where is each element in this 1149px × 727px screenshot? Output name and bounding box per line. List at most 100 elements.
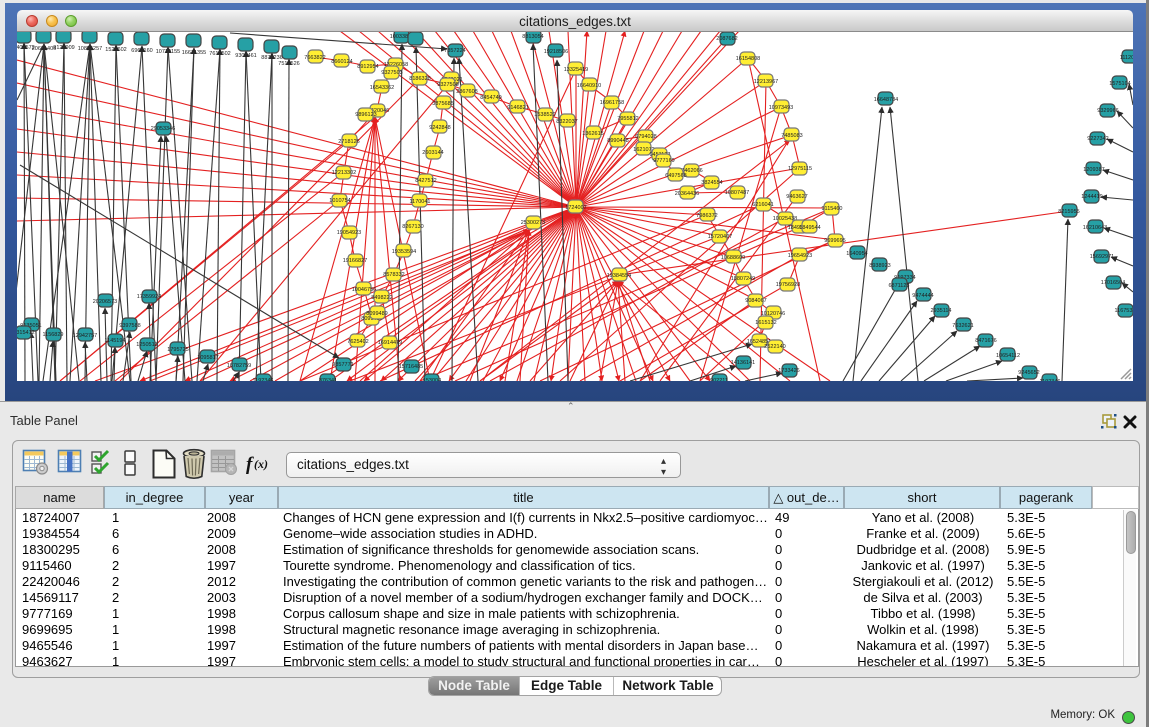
svg-text:153004: 153004 — [423, 378, 441, 381]
svg-text:6966160: 6966160 — [131, 48, 152, 54]
svg-text:16640910: 16640910 — [577, 83, 601, 89]
svg-text:19756928: 19756928 — [776, 282, 800, 288]
svg-text:12975115: 12975115 — [788, 166, 812, 172]
svg-text:2935114: 2935114 — [930, 308, 951, 314]
svg-text:9329966: 9329966 — [1097, 108, 1118, 114]
svg-text:1575104: 1575104 — [1109, 81, 1130, 87]
svg-text:9327508: 9327508 — [437, 82, 458, 88]
svg-text:1724007: 1724007 — [565, 205, 586, 211]
svg-text:29053346: 29053346 — [151, 126, 175, 132]
svg-text:16543362: 16543362 — [370, 85, 394, 91]
svg-text:16648784: 16648784 — [874, 97, 898, 103]
svg-text:17359924: 17359924 — [137, 294, 161, 300]
svg-text:1145194: 1145194 — [104, 338, 125, 344]
svg-text:1733426: 1733426 — [778, 368, 799, 374]
svg-text:18807249: 18807249 — [731, 276, 755, 282]
svg-text:9896123: 9896123 — [355, 112, 376, 118]
svg-text:14136141: 14136141 — [731, 360, 755, 366]
svg-text:16671355: 16671355 — [182, 50, 206, 56]
svg-text:902211: 902211 — [710, 378, 728, 381]
svg-text:1362615: 1362615 — [582, 131, 603, 137]
svg-text:7357224: 7357224 — [444, 48, 465, 54]
svg-text:6497568: 6497568 — [665, 173, 686, 179]
svg-text:7955812: 7955812 — [617, 116, 638, 122]
svg-text:1010754: 1010754 — [329, 198, 350, 204]
svg-text:1615132: 1615132 — [755, 320, 776, 326]
svg-text:2867608: 2867608 — [456, 89, 477, 95]
svg-text:10855257: 10855257 — [78, 46, 102, 52]
svg-text:15692971: 15692971 — [1090, 254, 1114, 260]
svg-text:13325419: 13325419 — [564, 67, 588, 73]
svg-text:9227342: 9227342 — [1087, 136, 1108, 142]
svg-text:1192346: 1192346 — [1039, 379, 1060, 381]
svg-text:9463627: 9463627 — [786, 194, 807, 200]
svg-text:1538520: 1538520 — [534, 112, 555, 118]
svg-text:7614502: 7614502 — [209, 51, 230, 57]
svg-text:6794028: 6794028 — [635, 134, 656, 140]
svg-text:9301461: 9301461 — [235, 53, 256, 59]
svg-text:20206573: 20206573 — [93, 299, 117, 305]
svg-text:9084067: 9084067 — [745, 298, 766, 304]
svg-text:2603144: 2603144 — [422, 150, 443, 156]
svg-text:9245652: 9245652 — [1018, 370, 1039, 376]
svg-text:1192346: 1192346 — [252, 378, 273, 381]
svg-text:f: f — [246, 454, 254, 475]
svg-text:1209387: 1209387 — [1083, 167, 1104, 173]
svg-text:16210643: 16210643 — [1083, 225, 1107, 231]
svg-text:9115460: 9115460 — [821, 206, 842, 212]
svg-text:20364436: 20364436 — [675, 191, 699, 197]
svg-text:12213967: 12213967 — [754, 79, 778, 85]
svg-text:19353594: 19353594 — [392, 249, 416, 255]
svg-text:12942757: 12942757 — [73, 333, 97, 339]
svg-text:10654112: 10654112 — [996, 353, 1020, 359]
svg-text:9242848: 9242848 — [429, 125, 450, 131]
svg-text:16914479: 16914479 — [378, 340, 402, 346]
svg-text:2718126: 2718126 — [338, 139, 359, 145]
svg-text:8938923: 8938923 — [869, 263, 890, 269]
svg-text:10807487: 10807487 — [725, 190, 749, 196]
svg-text:12213302: 12213302 — [332, 170, 356, 176]
svg-text:1640954: 1640954 — [846, 251, 867, 257]
svg-text:1250513: 1250513 — [136, 342, 157, 348]
svg-text:9474444: 9474444 — [912, 293, 933, 299]
svg-text:8813054: 8813054 — [522, 34, 543, 40]
svg-text:10688609: 10688609 — [721, 255, 745, 261]
svg-text:10046756: 10046756 — [352, 287, 376, 293]
svg-text:16961758: 16961758 — [600, 100, 624, 106]
svg-text:9146821: 9146821 — [507, 105, 528, 111]
svg-text:15720407: 15720407 — [708, 234, 732, 240]
svg-text:8454749: 8454749 — [480, 95, 501, 101]
svg-text:10973493: 10973493 — [769, 105, 793, 111]
svg-text:8471676: 8471676 — [975, 338, 996, 344]
svg-text:1095817: 1095817 — [197, 355, 218, 361]
svg-text:876341: 876341 — [319, 378, 337, 381]
svg-text:8578332: 8578332 — [383, 272, 404, 278]
svg-text:19218506: 19218506 — [544, 49, 568, 55]
svg-text:8427512: 8427512 — [415, 178, 436, 184]
svg-text:7986372: 7986372 — [696, 213, 717, 219]
svg-text:8099489: 8099489 — [366, 311, 387, 317]
svg-text:1849544: 1849544 — [799, 225, 820, 231]
svg-text:8322037: 8322037 — [556, 119, 577, 125]
svg-text:7632621: 7632621 — [952, 323, 973, 329]
svg-text:9777169: 9777169 — [653, 158, 674, 164]
svg-text:2087682: 2087682 — [716, 36, 737, 42]
svg-text:2522140: 2522140 — [764, 344, 785, 350]
svg-text:9397588: 9397588 — [119, 323, 140, 329]
svg-text:9699695: 9699695 — [824, 238, 845, 244]
svg-text:8660124: 8660124 — [331, 59, 352, 65]
svg-text:1170041: 1170041 — [409, 199, 430, 205]
svg-text:16154808: 16154808 — [736, 56, 760, 62]
svg-text:19054923: 19054923 — [337, 230, 361, 236]
svg-text:19654923: 19654923 — [788, 253, 812, 259]
svg-text:9857771: 9857771 — [332, 362, 353, 368]
svg-text:25300273: 25300273 — [521, 220, 545, 226]
svg-text:17016504: 17016504 — [1101, 280, 1125, 286]
svg-text:1112051: 1112051 — [1120, 55, 1133, 61]
svg-text:1527602: 1527602 — [105, 47, 126, 53]
svg-text:1156829: 1156829 — [42, 332, 63, 338]
svg-text:3315412: 3315412 — [17, 330, 35, 336]
svg-text:3824554: 3824554 — [701, 180, 722, 186]
svg-text:6871123: 6871123 — [888, 283, 909, 289]
svg-text:3875685: 3875685 — [432, 101, 453, 107]
